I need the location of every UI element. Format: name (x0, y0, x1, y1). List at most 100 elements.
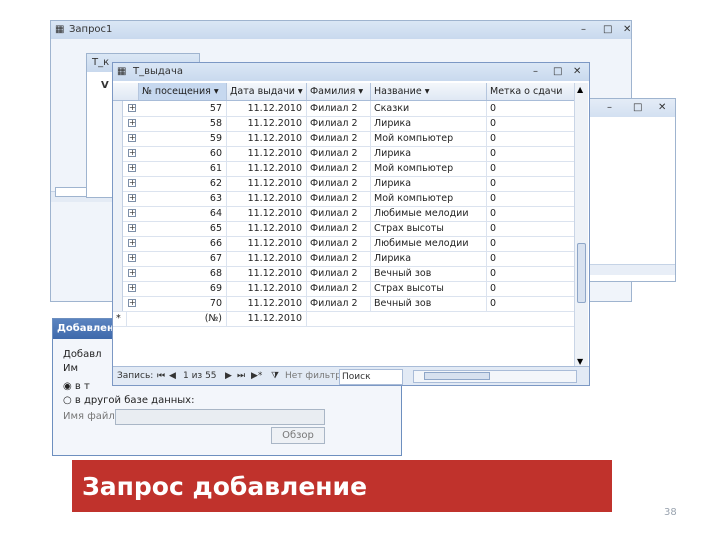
table-row[interactable]: +67 11.12.2010 Филиал 2 Лирика 0 (113, 251, 575, 267)
table-cell[interactable]: Филиал 2 (307, 161, 371, 176)
table-cell[interactable]: 0 (487, 116, 575, 131)
expand-icon[interactable]: + (128, 299, 136, 307)
table-cell[interactable]: 11.12.2010 (227, 281, 307, 296)
table-cell[interactable]: 0 (487, 206, 575, 221)
table-cell[interactable]: Филиал 2 (307, 281, 371, 296)
table-cell[interactable]: Филиал 2 (307, 296, 371, 311)
table-row[interactable]: +62 11.12.2010 Филиал 2 Лирика 0 (113, 176, 575, 192)
row-selector[interactable] (113, 161, 123, 176)
column-header[interactable]: Дата выдачи ▾ (227, 83, 307, 100)
table-row[interactable]: +57 11.12.2010 Филиал 2 Сказки 0 (113, 101, 575, 117)
table-cell[interactable]: 11.12.2010 (227, 131, 307, 146)
table-cell[interactable]: Филиал 2 (307, 251, 371, 266)
table-cell[interactable]: 57 (139, 101, 227, 116)
table-cell[interactable]: 0 (487, 251, 575, 266)
expand-icon[interactable]: + (128, 284, 136, 292)
filter-status[interactable]: Нет фильтра (285, 367, 346, 385)
column-header[interactable]: № посещения ▾ (139, 83, 227, 100)
radio-current-db[interactable]: ◉ в т (63, 381, 90, 392)
table-cell[interactable]: Филиал 2 (307, 266, 371, 281)
table-cell[interactable]: 11.12.2010 (227, 146, 307, 161)
last-record-icon[interactable]: ⏭ (237, 367, 245, 385)
table-row[interactable]: +65 11.12.2010 Филиал 2 Страх высоты 0 (113, 221, 575, 237)
h-scrollbar-thumb[interactable] (424, 372, 490, 380)
table-cell[interactable]: Филиал 2 (307, 221, 371, 236)
search-input[interactable]: Поиск (339, 369, 403, 385)
row-selector[interactable] (113, 176, 123, 191)
result-maximize-button[interactable]: □ (633, 99, 642, 117)
table-cell[interactable]: 0 (487, 176, 575, 191)
table-cell[interactable]: Вечный зов (371, 266, 487, 281)
expand-icon[interactable]: + (128, 149, 136, 157)
datasheet-close-button[interactable]: ✕ (573, 63, 581, 81)
table-cell[interactable]: 0 (487, 281, 575, 296)
table-row[interactable]: +60 11.12.2010 Филиал 2 Лирика 0 (113, 146, 575, 162)
scrollbar-thumb[interactable] (577, 243, 586, 303)
table-cell[interactable]: 60 (139, 146, 227, 161)
table-cell[interactable]: 11.12.2010 (227, 161, 307, 176)
table-cell[interactable]: Вечный зов (371, 296, 487, 311)
row-selector[interactable] (113, 236, 123, 251)
table-cell[interactable]: 11.12.2010 (227, 191, 307, 206)
table-row[interactable]: +59 11.12.2010 Филиал 2 Мой компьютер 0 (113, 131, 575, 147)
table-cell[interactable]: Филиал 2 (307, 146, 371, 161)
table-cell[interactable]: 0 (487, 266, 575, 281)
first-record-icon[interactable]: ⏮ (157, 367, 165, 385)
row-selector[interactable] (113, 281, 123, 296)
file-name-input[interactable] (115, 409, 325, 425)
new-record-row[interactable]: * (№) 11.12.2010 (113, 311, 575, 327)
row-selector[interactable] (113, 116, 123, 131)
table-cell[interactable]: Лирика (371, 176, 487, 191)
result-close-button[interactable]: ✕ (658, 99, 666, 117)
table-row[interactable]: +68 11.12.2010 Филиал 2 Вечный зов 0 (113, 266, 575, 282)
table-cell[interactable]: Мой компьютер (371, 161, 487, 176)
table-cell[interactable]: Любимые мелодии (371, 236, 487, 251)
table-cell[interactable]: 62 (139, 176, 227, 191)
table-cell[interactable]: 69 (139, 281, 227, 296)
table-cell[interactable]: Мой компьютер (371, 131, 487, 146)
table-cell[interactable]: 68 (139, 266, 227, 281)
scrollbar-thumb[interactable] (55, 187, 87, 197)
datasheet-minimize-button[interactable]: – (533, 63, 538, 81)
table-cell[interactable]: Филиал 2 (307, 236, 371, 251)
select-all-corner[interactable] (113, 83, 139, 100)
table-cell[interactable]: 0 (487, 296, 575, 311)
expand-icon[interactable]: + (128, 104, 136, 112)
table-cell[interactable]: 63 (139, 191, 227, 206)
row-selector[interactable] (113, 251, 123, 266)
table-cell[interactable]: 11.12.2010 (227, 101, 307, 116)
expand-icon[interactable]: + (128, 224, 136, 232)
minimize-button[interactable]: – (581, 21, 586, 39)
table-cell[interactable]: Филиал 2 (307, 176, 371, 191)
table-cell[interactable]: 67 (139, 251, 227, 266)
table-cell[interactable]: 11.12.2010 (227, 266, 307, 281)
record-position[interactable]: 1 из 55 (183, 367, 217, 385)
table-cell[interactable]: 0 (487, 161, 575, 176)
row-selector[interactable] (113, 221, 123, 236)
row-selector[interactable] (113, 191, 123, 206)
new-record-icon[interactable]: ▶* (251, 367, 262, 385)
column-header[interactable]: Название ▾ (371, 83, 487, 100)
expand-icon[interactable]: + (128, 164, 136, 172)
column-header[interactable]: Метка о сдачи (487, 83, 575, 100)
table-cell[interactable]: 11.12.2010 (227, 176, 307, 191)
table-cell[interactable]: Страх высоты (371, 221, 487, 236)
scroll-up-icon[interactable]: ▲ (577, 85, 583, 94)
expand-icon[interactable]: + (128, 179, 136, 187)
table-cell[interactable]: Лирика (371, 251, 487, 266)
table-row[interactable]: +64 11.12.2010 Филиал 2 Любимые мелодии 0 (113, 206, 575, 222)
table-cell[interactable]: 65 (139, 221, 227, 236)
radio-other-db[interactable]: ○ в другой базе данных: (63, 395, 194, 406)
table-row[interactable]: +66 11.12.2010 Филиал 2 Любимые мелодии 0 (113, 236, 575, 252)
table-cell[interactable]: 11.12.2010 (227, 206, 307, 221)
table-cell[interactable]: 11.12.2010 (227, 311, 307, 326)
prev-record-icon[interactable]: ◀ (169, 367, 176, 385)
table-cell[interactable]: 0 (487, 236, 575, 251)
table-cell[interactable]: Любимые мелодии (371, 206, 487, 221)
horizontal-scrollbar[interactable] (413, 370, 577, 383)
result-minimize-button[interactable]: – (607, 99, 612, 117)
row-selector[interactable] (113, 101, 123, 116)
table-cell[interactable]: Лирика (371, 146, 487, 161)
table-cell[interactable]: 11.12.2010 (227, 236, 307, 251)
table-cell[interactable]: Филиал 2 (307, 191, 371, 206)
